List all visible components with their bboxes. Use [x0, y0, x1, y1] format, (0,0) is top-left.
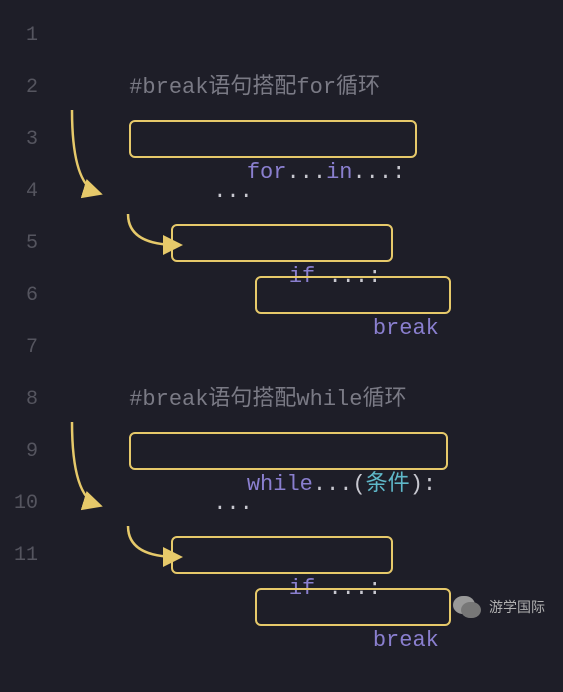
code-editor: 1 2 3 4 5 6 7 8 9 10 11 #break语句搭配for循环 …	[0, 0, 563, 582]
wechat-icon	[453, 596, 481, 618]
line-number: 3	[0, 114, 50, 166]
code-line-1: #break语句搭配for循环	[50, 10, 563, 62]
code-line-11: break	[50, 530, 563, 582]
code-line-8: while...(条件):	[50, 374, 563, 426]
line-number: 11	[0, 530, 50, 582]
break-statement-box: break	[255, 588, 451, 626]
line-number: 7	[0, 322, 50, 374]
code-line-7: #break语句搭配while循环	[50, 322, 563, 374]
line-number: 5	[0, 218, 50, 270]
code-area: #break语句搭配for循环 for...in...: ... if ...:…	[50, 10, 563, 582]
line-number: 8	[0, 374, 50, 426]
code-line-9: ...	[50, 426, 563, 478]
line-number: 2	[0, 62, 50, 114]
code-line-6	[50, 270, 563, 322]
line-number: 1	[0, 10, 50, 62]
line-number: 4	[0, 166, 50, 218]
code-line-4: if ...:	[50, 166, 563, 218]
line-number-gutter: 1 2 3 4 5 6 7 8 9 10 11	[0, 10, 50, 582]
line-number: 6	[0, 270, 50, 322]
break-keyword: break	[373, 628, 439, 653]
code-line-3: ...	[50, 114, 563, 166]
line-number: 9	[0, 426, 50, 478]
code-line-2: for...in...:	[50, 62, 563, 114]
code-line-5: break	[50, 218, 563, 270]
watermark: 游学国际	[453, 596, 545, 618]
watermark-text: 游学国际	[489, 597, 545, 617]
line-number: 10	[0, 478, 50, 530]
code-line-10: if ...:	[50, 478, 563, 530]
